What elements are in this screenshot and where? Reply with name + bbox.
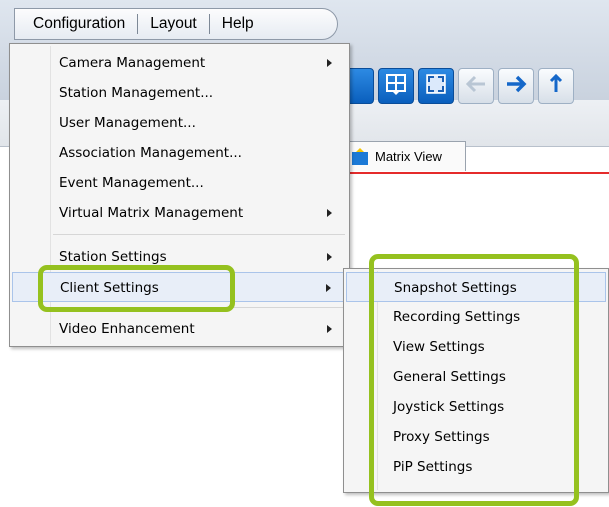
menu-item-user-management[interactable]: User Management... bbox=[12, 108, 347, 138]
submenu-arrow-icon bbox=[327, 325, 332, 333]
menu-divider bbox=[53, 234, 345, 235]
client-settings-highlight bbox=[38, 265, 235, 312]
menu-item-label: Event Management... bbox=[59, 175, 204, 191]
submenu-arrow-icon bbox=[327, 209, 332, 217]
menu-item-label: Video Enhancement bbox=[59, 321, 195, 337]
menu-item-label: Camera Management bbox=[59, 55, 206, 71]
tab-matrix-view[interactable]: Matrix View bbox=[346, 141, 466, 171]
submenu-arrow-icon bbox=[327, 59, 332, 67]
fullscreen-icon bbox=[425, 73, 447, 99]
menu-item-label: User Management... bbox=[59, 115, 196, 131]
forward-button[interactable] bbox=[498, 68, 534, 104]
fullscreen-button[interactable] bbox=[418, 68, 454, 104]
menu-item-label: Station Settings bbox=[59, 249, 167, 265]
back-button[interactable] bbox=[458, 68, 494, 104]
submenu-arrow-icon bbox=[327, 253, 332, 261]
menu-item-video-enhancement[interactable]: Video Enhancement bbox=[12, 314, 347, 344]
menu-item-camera-management[interactable]: Camera Management bbox=[12, 48, 347, 78]
menu-configuration[interactable]: Configuration bbox=[15, 14, 137, 34]
menu-item-association-management[interactable]: Association Management... bbox=[12, 138, 347, 168]
layout-grid-icon bbox=[385, 73, 407, 99]
layout-grid-button[interactable] bbox=[378, 68, 414, 104]
matrix-view-icon bbox=[351, 147, 369, 166]
tab-matrix-view-label: Matrix View bbox=[375, 149, 442, 164]
menu-item-label: Station Management... bbox=[59, 85, 214, 101]
menu-help[interactable]: Help bbox=[210, 14, 266, 34]
menu-item-virtual-matrix-management[interactable]: Virtual Matrix Management bbox=[12, 198, 347, 228]
submenu-highlight bbox=[369, 254, 579, 506]
active-tab-indicator bbox=[340, 172, 609, 174]
forward-arrow-icon bbox=[504, 73, 528, 99]
menu-layout[interactable]: Layout bbox=[138, 14, 209, 34]
back-arrow-icon bbox=[464, 73, 488, 99]
menu-item-station-management[interactable]: Station Management... bbox=[12, 78, 347, 108]
submenu-arrow-icon bbox=[326, 284, 331, 292]
upload-icon bbox=[545, 73, 567, 99]
toolbar-button-partial-right[interactable] bbox=[538, 68, 574, 104]
menu-item-event-management[interactable]: Event Management... bbox=[12, 168, 347, 198]
menu-bar: Configuration Layout Help bbox=[14, 8, 338, 40]
menu-item-label: Virtual Matrix Management bbox=[59, 205, 244, 221]
menu-item-label: Association Management... bbox=[59, 145, 242, 161]
